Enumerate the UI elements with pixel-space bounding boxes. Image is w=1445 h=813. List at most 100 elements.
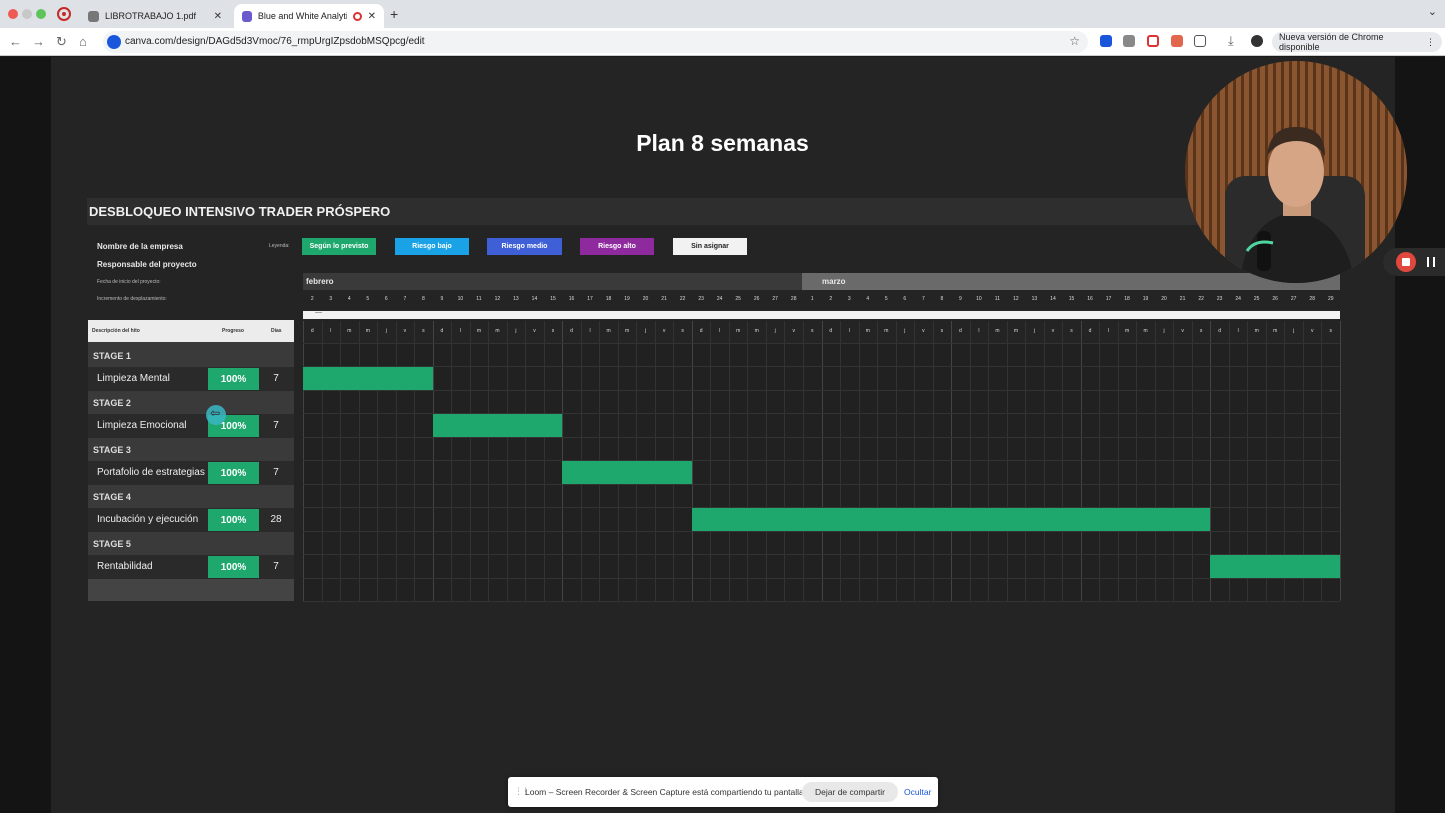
download-icon[interactable]: ⤓ bbox=[1228, 33, 1234, 49]
grid-column-line bbox=[303, 321, 304, 601]
table-row[interactable]: Incubación y ejecución 100% 28 bbox=[88, 508, 294, 532]
webcam-bubble[interactable] bbox=[1185, 61, 1407, 283]
screen-share-bar: ⋮⋮ Loom – Screen Recorder & Screen Captu… bbox=[508, 777, 938, 807]
drag-cursor-icon bbox=[206, 405, 226, 425]
day-number: 14 bbox=[531, 296, 538, 302]
day-letter: l bbox=[330, 328, 332, 334]
kebab-menu-icon[interactable]: ⋮ bbox=[1426, 37, 1435, 48]
empty-row bbox=[88, 579, 294, 601]
day-number: 14 bbox=[1050, 296, 1056, 302]
day-letter: l bbox=[848, 328, 850, 334]
forward-button[interactable]: → bbox=[32, 34, 45, 49]
day-number: 11 bbox=[994, 296, 1000, 302]
day-letter: l bbox=[978, 328, 980, 334]
chrome-update-button[interactable]: Nueva versión de Chrome disponible ⋮ bbox=[1272, 32, 1442, 52]
reload-button[interactable]: ↻ bbox=[56, 34, 67, 50]
header-days: Días bbox=[271, 328, 282, 334]
grid-column-line bbox=[432, 321, 434, 601]
stop-sharing-button[interactable]: Dejar de compartir bbox=[802, 782, 898, 802]
grid-column-line bbox=[414, 321, 416, 601]
puzzle-icon[interactable] bbox=[1194, 35, 1206, 47]
grid-column-line bbox=[321, 321, 323, 601]
grid-column-line bbox=[506, 321, 508, 601]
back-button[interactable]: ← bbox=[9, 34, 22, 49]
table-row[interactable]: Limpieza Mental 100% 7 bbox=[88, 367, 294, 391]
address-bar[interactable]: canva.com/design/DAGd5d3Vmoc/76_rmpUrgIZ… bbox=[103, 31, 1088, 53]
extension-icon[interactable] bbox=[1123, 35, 1135, 47]
table-row[interactable]: Rentabilidad 100% 7 bbox=[88, 555, 294, 579]
day-letter: j bbox=[1163, 328, 1165, 334]
day-letter: l bbox=[719, 328, 721, 334]
avatar[interactable] bbox=[1251, 35, 1263, 47]
bookmark-star-icon[interactable]: ☆ bbox=[1069, 34, 1080, 48]
site-info-icon[interactable] bbox=[107, 35, 121, 49]
tab-librotrabajo[interactable]: LIBROTRABAJO 1.pdf ✕ bbox=[80, 4, 230, 28]
legend-chip: Riesgo alto bbox=[580, 238, 654, 255]
day-letter: m bbox=[995, 328, 1000, 334]
task-days: 7 bbox=[273, 420, 279, 431]
day-number: 17 bbox=[587, 296, 593, 302]
task-progress: 100% bbox=[208, 368, 259, 390]
maximize-window-button[interactable] bbox=[36, 9, 46, 19]
legend-chip: Según lo previsto bbox=[302, 238, 376, 255]
day-number: 6 bbox=[384, 296, 388, 302]
day-number: 21 bbox=[661, 296, 667, 302]
grid-column-line bbox=[1173, 321, 1175, 601]
grid-column-line bbox=[1025, 321, 1027, 601]
tab-canva-design[interactable]: Blue and White Analytic D ✕ bbox=[234, 4, 384, 28]
table-row[interactable]: Portafolio de estrategias 100% 7 bbox=[88, 461, 294, 485]
task-days: 7 bbox=[273, 467, 279, 478]
new-tab-button[interactable]: + bbox=[390, 6, 398, 22]
day-letter: d bbox=[699, 328, 703, 334]
extension-icon[interactable] bbox=[1100, 35, 1112, 47]
grid-column-line bbox=[340, 321, 342, 601]
day-letter: d bbox=[1088, 328, 1092, 334]
chevron-down-icon[interactable]: ⌄ bbox=[1428, 5, 1437, 18]
day-number: 24 bbox=[1235, 296, 1241, 302]
close-icon[interactable]: ✕ bbox=[368, 11, 376, 22]
gantt-bar[interactable] bbox=[1210, 555, 1340, 578]
close-icon[interactable]: ✕ bbox=[214, 11, 222, 22]
legend-chip: Sin asignar bbox=[673, 238, 747, 255]
day-letter: j bbox=[1293, 328, 1295, 334]
home-button[interactable]: ⌂ bbox=[79, 34, 87, 49]
grid-row-line bbox=[303, 437, 1340, 438]
day-number: 22 bbox=[679, 296, 686, 302]
day-letter: m bbox=[736, 328, 741, 334]
task-name: Rentabilidad bbox=[97, 561, 153, 572]
grid-column-line bbox=[932, 321, 934, 601]
day-letter: s bbox=[810, 328, 814, 334]
grid-row-line bbox=[303, 484, 1340, 485]
table-row[interactable]: Limpieza Emocional 100% 7 bbox=[88, 414, 294, 438]
day-letter: d bbox=[958, 328, 962, 334]
recording-icon[interactable] bbox=[57, 7, 71, 21]
grid-column-line bbox=[710, 321, 712, 601]
recording-indicator-icon bbox=[353, 11, 362, 21]
extension-icon[interactable] bbox=[1147, 35, 1159, 47]
day-number: 28 bbox=[790, 296, 797, 302]
day-letter: m bbox=[1254, 328, 1259, 334]
month-february: febrero bbox=[303, 273, 802, 290]
day-letter: m bbox=[1124, 328, 1130, 334]
gantt-bar[interactable] bbox=[691, 508, 1211, 531]
hide-link[interactable]: Ocultar bbox=[904, 787, 931, 797]
gantt-bar[interactable] bbox=[562, 461, 692, 484]
grid-row-line bbox=[303, 554, 1340, 555]
day-number: 9 bbox=[440, 296, 444, 302]
close-window-button[interactable] bbox=[8, 9, 18, 19]
task-progress: 100% bbox=[208, 509, 259, 531]
gantt-bar[interactable] bbox=[432, 414, 563, 437]
gantt-bar[interactable] bbox=[303, 367, 433, 390]
day-letter: j bbox=[645, 328, 647, 334]
day-number: 19 bbox=[624, 296, 630, 302]
loom-extension-icon[interactable] bbox=[1171, 35, 1183, 47]
stop-recording-button[interactable] bbox=[1396, 252, 1416, 272]
minimize-window-button[interactable] bbox=[22, 9, 32, 19]
day-number: 23 bbox=[698, 296, 704, 302]
pause-recording-button[interactable] bbox=[1427, 257, 1435, 267]
day-letter: s bbox=[551, 328, 555, 334]
day-number: 7 bbox=[921, 296, 925, 302]
day-number: 28 bbox=[1309, 296, 1315, 302]
stage-label: STAGE 1 bbox=[88, 344, 294, 367]
progress-strip: — bbox=[303, 309, 1340, 319]
